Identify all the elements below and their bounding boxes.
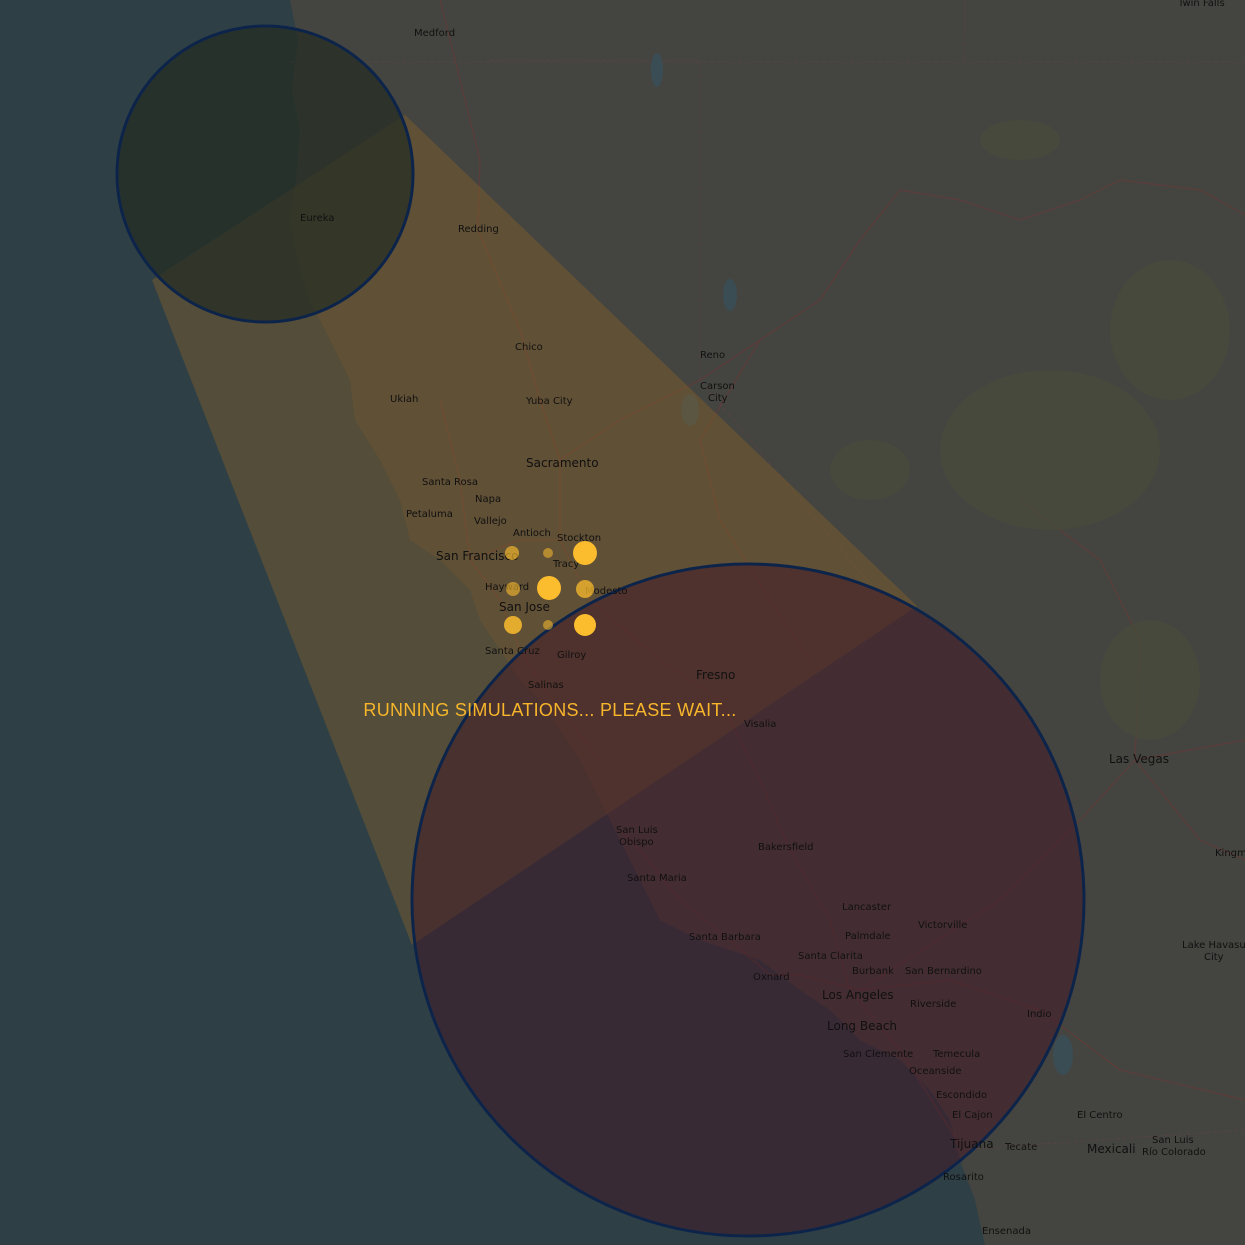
city-label-carson: Carson (700, 381, 735, 392)
loading-message: RUNNING SIMULATIONS... PLEASE WAIT... (363, 700, 737, 720)
city-label-santa-maria: Santa Maria (627, 873, 687, 884)
city-label-san-luis: San Luis (616, 825, 658, 836)
city-label-long-beach: Long Beach (827, 1019, 897, 1033)
city-label-fresno: Fresno (696, 668, 735, 682)
city-label-santa-barbara: Santa Barbara (689, 932, 761, 943)
spinner-dot (537, 576, 561, 600)
city-label-ensenada: Ensenada (982, 1226, 1031, 1237)
city-label-lake-havasu-city: City (1204, 952, 1224, 963)
map-canvas: Medford Twin Falls Eureka Redding Chico … (0, 0, 1245, 1245)
city-label-yuba-city: Yuba City (525, 396, 573, 407)
spinner-dot (543, 548, 553, 558)
city-label-oxnard: Oxnard (753, 972, 790, 983)
city-label-tijuana: Tijuana (949, 1137, 994, 1151)
salton-sea (1053, 1035, 1073, 1075)
spinner-dot (576, 580, 594, 598)
spinner-dot (543, 620, 553, 630)
city-label-santa-clarita: Santa Clarita (798, 951, 863, 962)
city-label-victorville: Victorville (918, 920, 967, 931)
city-label-napa: Napa (475, 494, 501, 505)
city-label-redding: Redding (458, 224, 499, 235)
city-label-carson-city: City (708, 393, 728, 404)
city-label-bakersfield: Bakersfield (758, 842, 813, 853)
spinner-dot (504, 616, 522, 634)
city-label-tecate: Tecate (1004, 1142, 1037, 1153)
city-label-temecula: Temecula (932, 1049, 980, 1060)
city-label-reno: Reno (700, 350, 725, 361)
city-label-salinas: Salinas (528, 680, 564, 691)
city-label-eureka: Eureka (300, 213, 334, 224)
spinner-dot (573, 541, 597, 565)
city-label-medford: Medford (414, 28, 455, 39)
city-label-sacramento: Sacramento (526, 456, 599, 470)
city-label-indio: Indio (1027, 1009, 1052, 1020)
city-label-los-angeles: Los Angeles (822, 988, 894, 1002)
city-label-oceanside: Oceanside (909, 1066, 961, 1077)
city-label-riverside: Riverside (910, 999, 956, 1010)
city-label-san-bernardino: San Bernardino (905, 966, 982, 977)
city-label-rosarito: Rosarito (943, 1172, 984, 1183)
city-label-ukiah: Ukiah (390, 394, 418, 405)
city-label-obispo: Obispo (619, 837, 654, 848)
city-label-escondido: Escondido (936, 1090, 987, 1101)
spinner-dot (506, 582, 520, 596)
city-label-vallejo: Vallejo (474, 516, 507, 527)
city-label-lancaster: Lancaster (842, 902, 892, 913)
city-label-palmdale: Palmdale (845, 931, 891, 942)
city-label-mexicali: Mexicali (1087, 1142, 1136, 1156)
spinner-dot (505, 546, 519, 560)
city-label-las-vegas: Las Vegas (1109, 752, 1169, 766)
city-label-burbank: Burbank (852, 966, 894, 977)
city-label-santa-cruz: Santa Cruz (485, 646, 540, 657)
city-label-petaluma: Petaluma (406, 509, 453, 520)
pyramid-lake (723, 279, 737, 311)
upper-klamath-lake (651, 53, 663, 87)
city-label-san-luis-rio: San Luis (1152, 1135, 1194, 1146)
city-label-kingman: Kingm (1215, 848, 1245, 859)
loading-spinner (494, 534, 604, 644)
target-circle (410, 562, 1086, 1238)
spinner-dot (574, 614, 596, 636)
city-label-santa-rosa: Santa Rosa (422, 477, 478, 488)
city-label-el-cajon: El Cajon (952, 1110, 993, 1121)
origin-circle (115, 24, 415, 324)
city-label-lake-havasu: Lake Havasu (1182, 940, 1245, 951)
city-label-el-centro: El Centro (1077, 1110, 1123, 1121)
city-label-san-clemente: San Clemente (843, 1049, 913, 1060)
city-label-rio-colorado: Río Colorado (1142, 1146, 1206, 1158)
map-view[interactable]: Medford Twin Falls Eureka Redding Chico … (0, 0, 1245, 1245)
city-label-gilroy: Gilroy (557, 650, 586, 661)
city-label-twin-falls: Twin Falls (1177, 0, 1225, 9)
city-label-chico: Chico (515, 342, 543, 353)
